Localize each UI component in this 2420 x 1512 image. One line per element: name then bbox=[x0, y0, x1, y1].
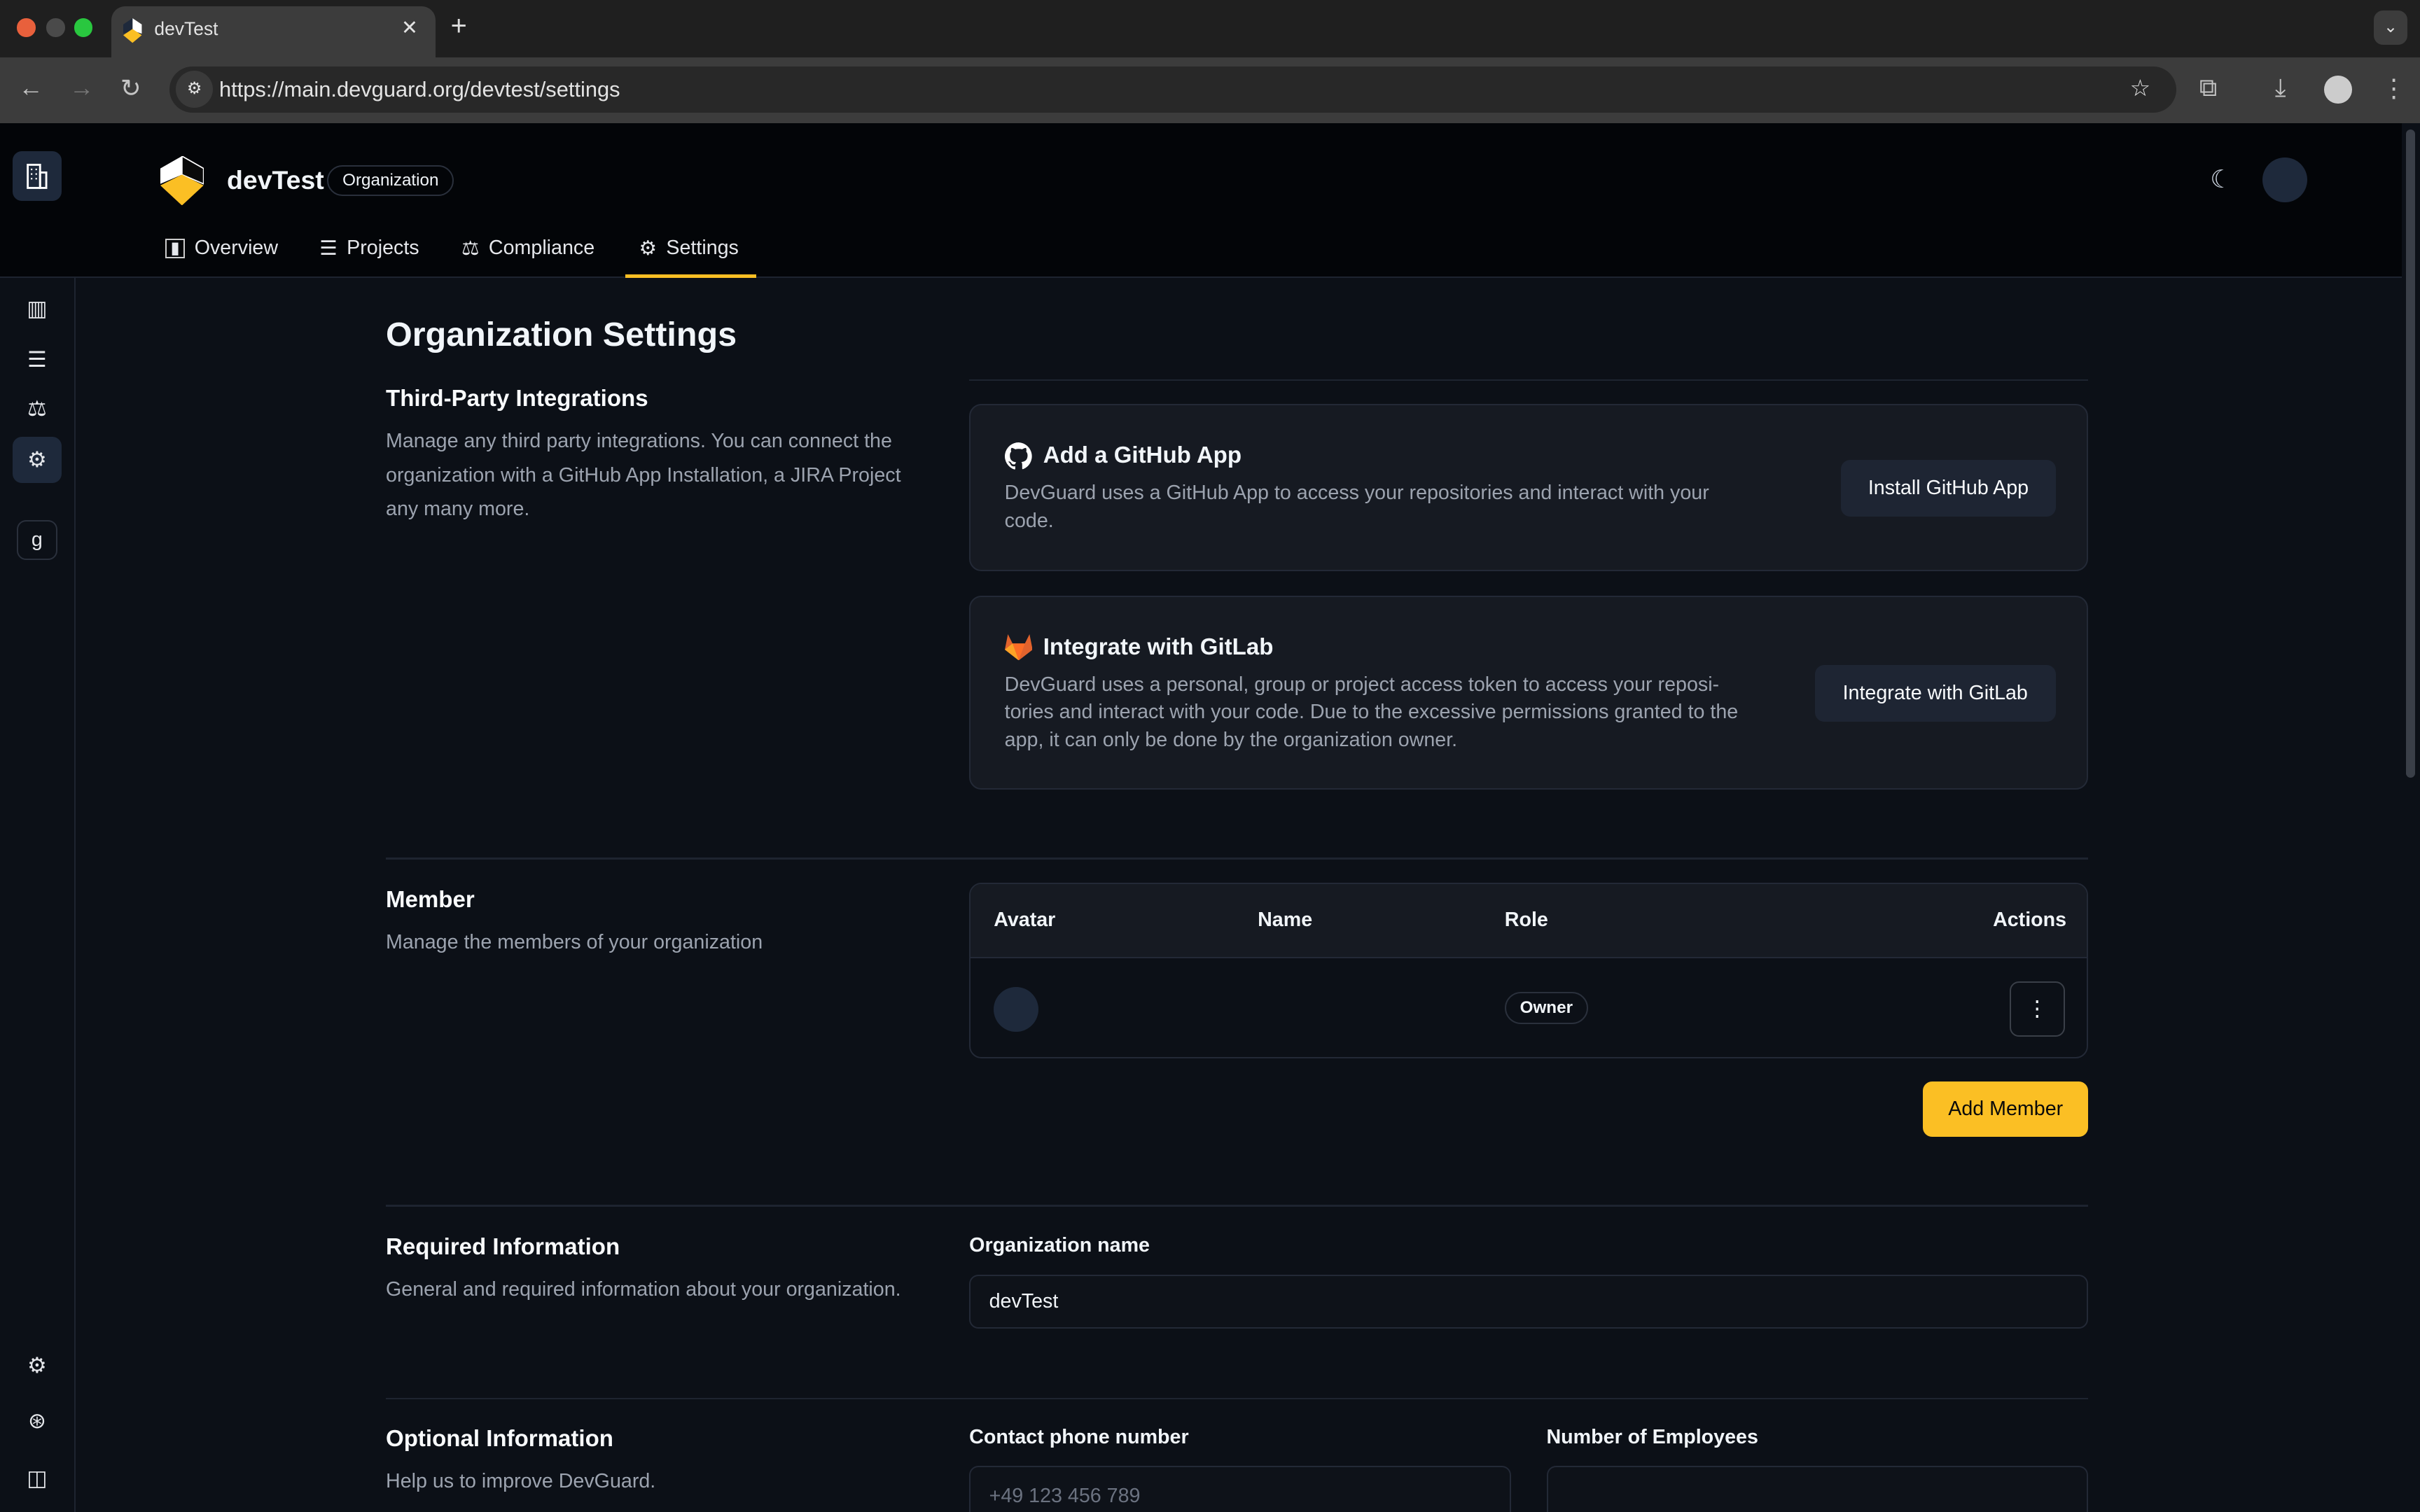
add-member-button[interactable]: Add Member bbox=[1923, 1082, 2089, 1138]
column-header: Role bbox=[1504, 908, 1548, 931]
scale-icon: ⚖ bbox=[461, 237, 480, 260]
gitlab-card-title: Integrate with GitLab bbox=[1043, 634, 1274, 660]
organization-switcher[interactable] bbox=[12, 150, 62, 201]
table-row: Owner ⋮ bbox=[971, 958, 2087, 1057]
sidebar: ▥ ☰ ⚖ ⚙ g ⚙ ⊛ ◫ bbox=[0, 277, 76, 1512]
github-app-card: Add a GitHub App DevGuard uses a GitHub … bbox=[969, 404, 2089, 571]
close-window-button[interactable] bbox=[17, 18, 36, 37]
minimize-window-button[interactable] bbox=[46, 18, 65, 37]
browser-window: devTest ✕ + ⌄ ← → ↻ ⚙ https://main.devgu… bbox=[0, 0, 2420, 1512]
divider bbox=[386, 1397, 2089, 1400]
divider bbox=[386, 1205, 2089, 1207]
optional-info-description: Help us to improve DevGuard. bbox=[386, 1469, 656, 1492]
optional-info-title: Optional Information bbox=[386, 1425, 613, 1452]
integrations-title: Third-Party Integrations bbox=[386, 386, 648, 412]
member-actions-menu-icon[interactable]: ⋮ bbox=[2009, 981, 2065, 1037]
members-table: Avatar Name Role Actions Owner ⋮ bbox=[969, 882, 2089, 1058]
chart-icon: ▮ bbox=[165, 238, 186, 259]
building-icon bbox=[27, 164, 48, 190]
sidebar-user-settings-gear-icon[interactable]: ⚙ bbox=[13, 1343, 62, 1389]
sidebar-collapse-panel-icon[interactable]: ◫ bbox=[13, 1455, 62, 1501]
divider bbox=[386, 858, 2089, 860]
org-name-input[interactable]: devTest bbox=[969, 1274, 2089, 1329]
phone-input[interactable]: +49 123 456 789 bbox=[969, 1465, 1511, 1512]
url-text: https://main.devguard.org/devtest/settin… bbox=[218, 77, 620, 102]
tab-settings[interactable]: ⚙ Settings bbox=[639, 232, 738, 265]
integrate-gitlab-button[interactable]: Integrate with GitLab bbox=[1814, 664, 2056, 722]
page-title: Organization Settings bbox=[386, 315, 737, 354]
address-bar[interactable]: ⚙ https://main.devguard.org/devtest/sett… bbox=[169, 66, 2176, 113]
favicon-icon bbox=[123, 18, 142, 43]
browser-toolbar: ← → ↻ ⚙ https://main.devguard.org/devtes… bbox=[0, 57, 2420, 124]
list-icon: ☰ bbox=[319, 237, 338, 260]
github-card-description: DevGuard uses a GitHub App to access you… bbox=[1004, 482, 1709, 532]
member-avatar bbox=[994, 987, 1039, 1032]
reload-icon[interactable]: ↻ bbox=[120, 74, 141, 103]
tab-close-icon[interactable]: ✕ bbox=[401, 15, 418, 40]
tab-overview[interactable]: ▮ Overview bbox=[165, 232, 278, 265]
members-description: Manage the members of your organization bbox=[386, 931, 763, 954]
gitlab-icon bbox=[1004, 634, 1033, 661]
phone-label: Contact phone number bbox=[969, 1425, 1189, 1448]
required-info-description: General and required information about y… bbox=[386, 1278, 901, 1301]
tab-projects[interactable]: ☰ Projects bbox=[319, 232, 419, 265]
github-card-title: Add a GitHub App bbox=[1043, 442, 1242, 469]
org-name: devTest bbox=[227, 164, 324, 195]
tab-title: devTest bbox=[154, 18, 218, 40]
tab-label: Compliance bbox=[488, 237, 595, 260]
column-header: Avatar bbox=[994, 908, 1056, 931]
divider bbox=[969, 379, 2089, 382]
user-avatar[interactable] bbox=[2262, 157, 2308, 202]
scrollbar-thumb[interactable] bbox=[2406, 130, 2416, 778]
integrations-description: Manage any third party integrations. You… bbox=[386, 430, 901, 521]
browser-tab[interactable]: devTest ✕ bbox=[111, 6, 436, 57]
install-github-app-button[interactable]: Install GitHub App bbox=[1841, 459, 2056, 517]
profile-avatar[interactable] bbox=[2324, 75, 2353, 104]
bookmark-star-icon[interactable]: ☆ bbox=[2130, 74, 2151, 102]
theme-toggle-moon-icon[interactable]: ☾ bbox=[2210, 165, 2232, 194]
download-icon[interactable]: ⤓ bbox=[2275, 74, 2286, 103]
table-header: Avatar Name Role Actions bbox=[971, 883, 2087, 958]
menu-icon[interactable]: ⋮ bbox=[2381, 74, 2406, 103]
extensions-icon[interactable]: ⧉ bbox=[2199, 74, 2217, 103]
org-name-label: Organization name bbox=[969, 1234, 1150, 1257]
column-header: Actions bbox=[1993, 908, 2067, 931]
forward-icon[interactable]: → bbox=[69, 74, 94, 102]
employees-label: Number of Employees bbox=[1546, 1425, 1758, 1448]
tab-bar: devTest ✕ + ⌄ bbox=[0, 0, 2420, 57]
column-header: Name bbox=[1258, 908, 1313, 931]
members-title: Member bbox=[386, 887, 475, 913]
maximize-window-button[interactable] bbox=[74, 18, 93, 37]
sidebar-compliance-scale-icon[interactable]: ⚖ bbox=[13, 386, 62, 432]
github-icon bbox=[1004, 442, 1032, 470]
role-badge: Owner bbox=[1504, 992, 1588, 1025]
gitlab-card: Integrate with GitLab DevGuard uses a pe… bbox=[969, 595, 2089, 790]
tab-label: Overview bbox=[194, 237, 279, 260]
gear-icon: ⚙ bbox=[639, 237, 658, 260]
sidebar-projects-list-icon[interactable]: ☰ bbox=[13, 336, 62, 382]
tab-label: Settings bbox=[666, 237, 739, 260]
sidebar-org-initial[interactable]: g bbox=[17, 519, 57, 561]
sidebar-help-lifebuoy-icon[interactable]: ⊛ bbox=[13, 1398, 62, 1444]
sidebar-settings-gear-icon[interactable]: ⚙ bbox=[12, 436, 62, 483]
new-tab-button[interactable]: + bbox=[451, 10, 467, 42]
devguard-logo bbox=[160, 155, 204, 206]
site-info-icon[interactable]: ⚙ bbox=[176, 71, 214, 108]
scrollbar[interactable] bbox=[2401, 123, 2420, 1512]
sidebar-overview-chart-icon[interactable]: ▥ bbox=[13, 286, 62, 332]
org-badge: Organization bbox=[327, 164, 454, 196]
active-tab-indicator bbox=[625, 274, 756, 278]
tab-search-button[interactable]: ⌄ bbox=[2373, 10, 2408, 45]
gitlab-card-description: DevGuard uses a personal, group or proje… bbox=[1004, 673, 1739, 751]
back-icon[interactable]: ← bbox=[18, 74, 43, 102]
tab-compliance[interactable]: ⚖ Compliance bbox=[461, 232, 594, 265]
tab-label: Projects bbox=[347, 237, 419, 260]
required-info-title: Required Information bbox=[386, 1234, 620, 1261]
employees-input[interactable] bbox=[1546, 1465, 2089, 1512]
